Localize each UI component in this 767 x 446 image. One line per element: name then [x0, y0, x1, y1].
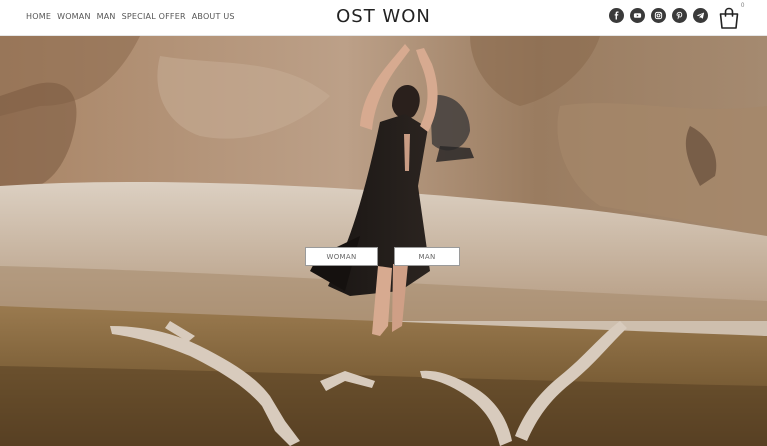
telegram-icon[interactable]: [693, 8, 708, 23]
cart-count-badge: 0: [741, 3, 745, 9]
facebook-icon[interactable]: [609, 8, 624, 23]
shopping-bag-icon[interactable]: [717, 6, 741, 30]
shop-woman-button[interactable]: WOMAN: [305, 247, 378, 266]
shop-man-button[interactable]: MAN: [394, 247, 460, 266]
pinterest-icon[interactable]: [672, 8, 687, 23]
social-links: [609, 8, 708, 23]
site-header: HOME WOMAN MAN SPECIAL OFFER ABOUT US OS…: [0, 0, 767, 36]
hero-banner: WOMAN MAN: [0, 36, 767, 446]
instagram-icon[interactable]: [651, 8, 666, 23]
youtube-icon[interactable]: [630, 8, 645, 23]
hero-image: [0, 36, 767, 446]
